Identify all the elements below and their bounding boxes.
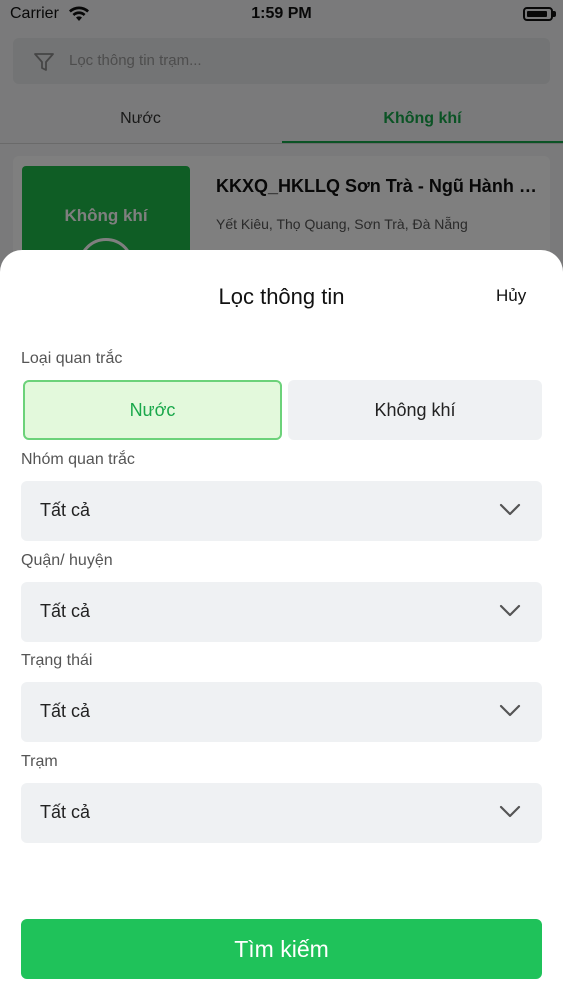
monitor-group-select[interactable]: Tất cả [21, 481, 542, 541]
filter-sheet: Lọc thông tin Hủy Loại quan trắc Nước Kh… [0, 250, 563, 1000]
status-select[interactable]: Tất cả [21, 682, 542, 742]
chevron-down-icon [499, 604, 521, 617]
chevron-down-icon [499, 503, 521, 516]
district-select[interactable]: Tất cả [21, 582, 542, 642]
sheet-title: Lọc thông tin [218, 284, 345, 309]
cancel-button[interactable]: Hủy [496, 286, 526, 306]
chevron-down-icon [499, 704, 521, 717]
district-label: Quận/ huyện [21, 552, 113, 569]
district-value: Tất cả [40, 601, 91, 621]
station-select[interactable]: Tất cả [21, 783, 542, 843]
monitor-type-water-option[interactable]: Nước [23, 380, 282, 440]
chevron-down-icon [499, 805, 521, 818]
station-value: Tất cả [40, 802, 91, 822]
status-label: Trạng thái [21, 652, 93, 669]
search-button[interactable]: Tìm kiếm [21, 919, 542, 979]
monitor-group-value: Tất cả [40, 500, 91, 520]
monitor-type-label: Loại quan trắc [21, 350, 123, 367]
monitor-type-air-option[interactable]: Không khí [288, 380, 542, 440]
monitor-group-label: Nhóm quan trắc [21, 451, 135, 468]
station-label: Trạm [21, 753, 58, 770]
status-value: Tất cả [40, 701, 91, 721]
